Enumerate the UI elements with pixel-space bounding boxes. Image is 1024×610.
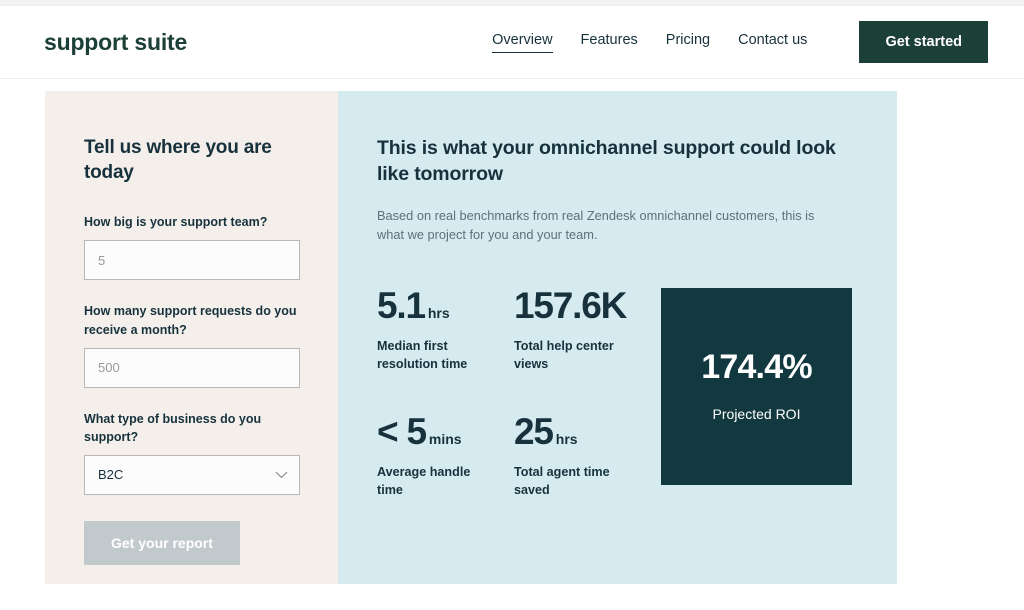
field-team-size: How big is your support team?	[84, 213, 300, 281]
nav-link-pricing[interactable]: Pricing	[666, 32, 710, 52]
business-type-select[interactable]: B2C	[84, 455, 300, 496]
nav-link-features[interactable]: Features	[581, 32, 638, 52]
get-your-report-button[interactable]: Get your report	[84, 521, 240, 566]
stat-label: Median first resolution time	[377, 338, 468, 371]
input-form-panel: Tell us where you are today How big is y…	[45, 91, 338, 584]
main-navigation: Overview Features Pricing Contact us Get…	[492, 21, 988, 63]
team-size-input[interactable]	[84, 240, 300, 281]
stat-value: 5.1 hrs	[377, 287, 514, 324]
results-body: 5.1 hrs Median first resolution time 157.…	[377, 279, 857, 500]
stat-number: < 5	[377, 411, 427, 453]
projected-roi-value: 174.4%	[701, 348, 812, 387]
stat-label: Average handle time	[377, 465, 471, 498]
nav-link-overview[interactable]: Overview	[492, 32, 553, 53]
field-label-team-size: How big is your support team?	[84, 215, 268, 230]
field-monthly-requests: How many support requests do you receive…	[84, 302, 300, 388]
stat-number: 157.6K	[514, 284, 627, 326]
site-logo[interactable]: support suite	[44, 29, 187, 56]
site-header: support suite Overview Features Pricing …	[0, 6, 1024, 79]
get-started-button[interactable]: Get started	[859, 21, 988, 63]
field-label-monthly-requests: How many support requests do you receive…	[84, 304, 297, 337]
calculator-panels: Tell us where you are today How big is y…	[45, 91, 897, 584]
stat-average-handle-time: < 5 mins Average handle time	[377, 413, 514, 500]
stat-unit: mins	[428, 431, 462, 448]
stat-total-help-center-views: 157.6K Total help center views	[514, 287, 651, 374]
stat-number: 5.1	[377, 284, 426, 326]
stat-number: 25	[514, 411, 554, 453]
form-title: Tell us where you are today	[84, 137, 272, 184]
stats-grid: 5.1 hrs Median first resolution time 157.…	[377, 279, 651, 500]
projected-roi-card: 174.4% Projected ROI	[661, 287, 852, 485]
stat-unit: hrs	[555, 431, 578, 448]
stat-value: 157.6K	[514, 287, 651, 324]
monthly-requests-input[interactable]	[84, 347, 300, 388]
stat-unit: hrs	[427, 304, 450, 321]
business-type-select-wrapper: B2C	[84, 455, 300, 496]
stat-label: Total agent time saved	[514, 465, 610, 498]
stat-value: < 5 mins	[377, 413, 514, 450]
field-business-type: What type of business do you support? B2…	[84, 410, 300, 496]
projected-roi-label: Projected ROI	[712, 406, 801, 423]
stat-value: 25 hrs	[514, 413, 651, 450]
nav-link-contact-us[interactable]: Contact us	[738, 32, 807, 52]
stat-label: Total help center views	[514, 338, 614, 371]
results-panel: This is what your omnichannel support co…	[338, 91, 897, 584]
stat-median-first-resolution-time: 5.1 hrs Median first resolution time	[377, 287, 514, 374]
results-subtitle: Based on real benchmarks from real Zende…	[377, 208, 815, 243]
stat-total-agent-time-saved: 25 hrs Total agent time saved	[514, 413, 651, 500]
results-title: This is what your omnichannel support co…	[377, 137, 836, 186]
field-label-business-type: What type of business do you support?	[84, 411, 262, 445]
main-stage: Tell us where you are today How big is y…	[0, 79, 1024, 609]
